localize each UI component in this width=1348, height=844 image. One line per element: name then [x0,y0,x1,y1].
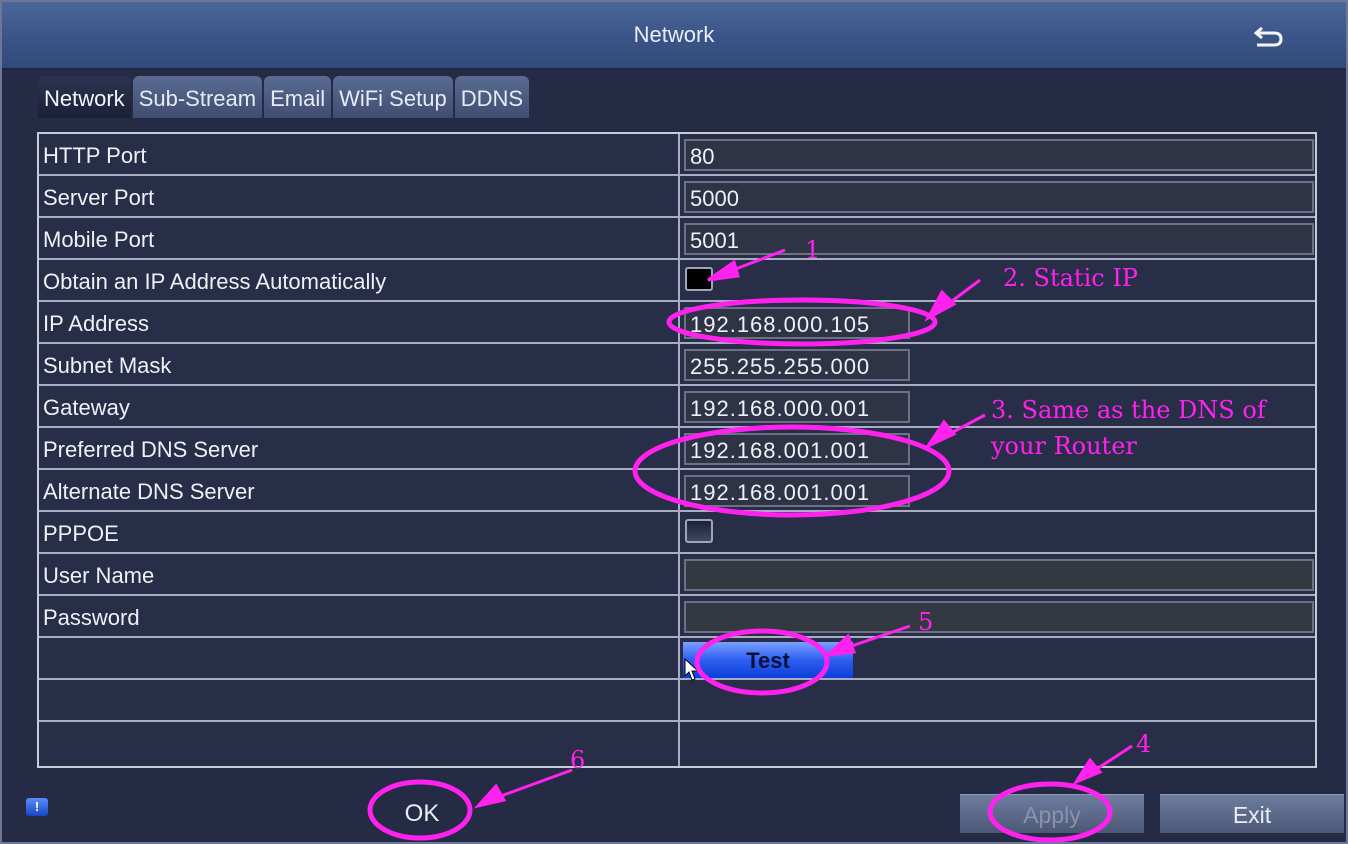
row-pppoe: PPPOE [39,512,1315,554]
preferred-dns-label: Preferred DNS Server [43,437,259,462]
tab-sub-stream[interactable]: Sub-Stream [132,76,263,118]
alternate-dns-input[interactable]: 192.168.001.001 [684,475,910,507]
obtain-ip-checkbox[interactable] [685,267,713,291]
obtain-ip-label: Obtain an IP Address Automatically [43,269,387,294]
password-label: Password [43,605,140,630]
alternate-dns-label: Alternate DNS Server [43,479,255,504]
annotation-6: 6 [570,746,586,774]
http-port-input[interactable]: 80 [684,139,1314,171]
annotation-3-line1: 3. Same as the DNS of [991,396,1266,424]
return-arrow-icon[interactable] [1253,24,1284,50]
row-server-port: Server Port 5000 [39,176,1315,218]
subnet-mask-label: Subnet Mask [43,353,172,378]
password-input[interactable] [684,601,1314,633]
annotation-3-line2: your Router [991,432,1137,460]
http-port-label: HTTP Port [43,143,147,168]
row-empty-2 [39,722,1315,764]
exit-button[interactable]: Exit [1160,794,1344,833]
gateway-label: Gateway [43,395,130,420]
annotation-1: 1 [805,236,821,264]
pppoe-checkbox[interactable] [685,519,713,543]
dialog-title: Network [633,22,715,47]
server-port-label: Server Port [43,185,155,210]
mouse-cursor-icon [684,657,700,687]
test-button[interactable]: Test [683,642,853,678]
row-http-port: HTTP Port 80 [39,134,1315,176]
tab-wifi-setup[interactable]: WiFi Setup [333,76,453,118]
row-subnet-mask: Subnet Mask 255.255.255.000 [39,344,1315,386]
mobile-port-label: Mobile Port [43,227,155,252]
tab-network[interactable]: Network [38,76,131,118]
row-empty-1 [39,680,1315,722]
subnet-mask-input[interactable]: 255.255.255.000 [684,349,910,381]
gateway-input[interactable]: 192.168.000.001 [684,391,910,423]
user-name-label: User Name [43,563,155,588]
row-alternate-dns: Alternate DNS Server 192.168.001.001 [39,470,1315,512]
annotation-4: 4 [1136,730,1152,758]
tab-ddns[interactable]: DDNS [454,76,530,118]
ok-button[interactable]: OK [372,790,472,834]
ip-address-label: IP Address [43,311,149,336]
title-bar: Network [2,2,1346,70]
preferred-dns-input[interactable]: 192.168.001.001 [684,433,910,465]
tab-email[interactable]: Email [264,76,332,118]
row-user-name: User Name [39,554,1315,596]
mobile-port-input[interactable]: 5001 [684,223,1314,255]
user-name-input[interactable] [684,559,1314,591]
info-icon: ! [26,798,48,816]
annotation-5: 5 [918,608,934,636]
tab-bar: Network Sub-Stream Email WiFi Setup DDNS [38,76,531,118]
row-password: Password [39,596,1315,638]
row-test: Test [39,638,1315,680]
row-ip-address: IP Address 192.168.000.105 [39,302,1315,344]
pppoe-label: PPPOE [43,521,119,546]
annotation-2: 2. Static IP [1003,264,1138,292]
apply-button[interactable]: Apply [960,794,1144,833]
ip-address-input[interactable]: 192.168.000.105 [684,307,910,339]
server-port-input[interactable]: 5000 [684,181,1314,213]
row-mobile-port: Mobile Port 5001 [39,218,1315,260]
